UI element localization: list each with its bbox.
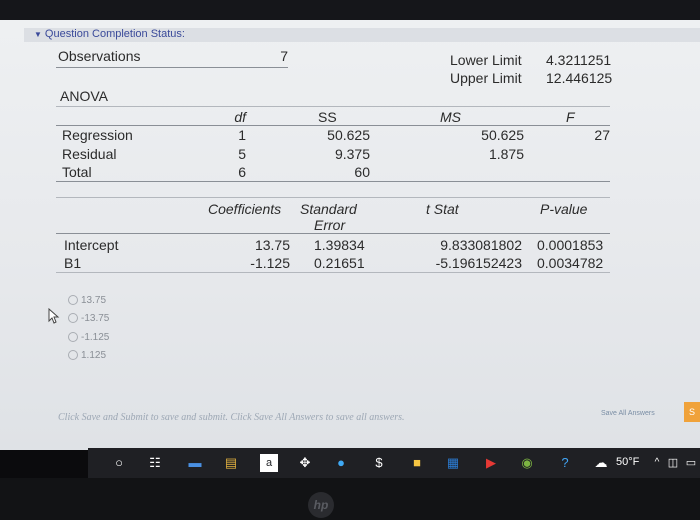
anova-row-name: Total <box>62 164 92 180</box>
youtube-icon[interactable]: ▶ <box>482 454 500 472</box>
word-icon[interactable]: ▦ <box>444 454 462 472</box>
coef-header-tstat: t Stat <box>426 201 459 217</box>
search-circle-icon[interactable]: ○ <box>110 454 128 472</box>
anova-bottom-rule <box>56 181 610 182</box>
coef-row-tstat: 9.833081802 <box>440 237 522 253</box>
observations-divider <box>56 67 288 68</box>
calendar-icon[interactable]: ▬ <box>186 454 204 472</box>
anova-row-ms: 50.625 <box>481 127 524 143</box>
chrome-icon[interactable]: ◉ <box>518 454 536 472</box>
anova-row-df: 1 <box>238 127 246 143</box>
anova-row-ss: 60 <box>354 164 370 180</box>
anova-header-df: df <box>234 109 246 125</box>
anova-row-df: 5 <box>238 146 246 162</box>
collapse-triangle-icon: ▼ <box>34 30 42 39</box>
anova-header-f: F <box>566 109 575 125</box>
observations-label: Observations <box>58 48 141 64</box>
coef-row-coef: -1.125 <box>250 255 290 271</box>
save-submit-instruction: Click Save and Submit to save and submit… <box>58 412 405 423</box>
coef-header-se-line1: Standard <box>300 201 357 217</box>
hp-logo-icon: hp <box>308 492 334 518</box>
sticky-notes-icon[interactable]: ■ <box>408 454 426 472</box>
battery-icon[interactable]: ▭ <box>682 454 700 472</box>
anova-row-df: 6 <box>238 164 246 180</box>
coef-bottom-rule <box>56 272 610 273</box>
anova-row-ss: 9.375 <box>334 146 370 162</box>
save-all-answers-button[interactable]: Save All Answers <box>601 410 655 417</box>
observations-value: 7 <box>280 48 288 64</box>
anova-row-ms: 1.875 <box>488 146 524 162</box>
anova-row-ss: 50.625 <box>327 127 370 143</box>
coef-header-coefficients: Coefficients <box>208 201 282 217</box>
anova-row-name: Residual <box>62 146 117 162</box>
anova-header-ms: MS <box>440 109 461 125</box>
anova-row-f: 27 <box>594 127 610 143</box>
anova-header-ss: SS <box>318 109 337 125</box>
anova-top-rule <box>56 106 610 107</box>
lower-limit-label: Lower Limit <box>450 52 522 68</box>
answer-option[interactable]: -13.75 <box>68 313 109 327</box>
task-view-icon[interactable]: ☷ <box>146 454 164 472</box>
upper-limit-value: 12.446125 <box>546 70 613 86</box>
coef-row-coef: 13.75 <box>254 237 290 253</box>
screen-bezel-top <box>0 0 700 22</box>
coef-row-tstat: -5.196152423 <box>435 255 522 271</box>
mouse-pointer-icon <box>48 308 60 324</box>
network-icon[interactable]: ◫ <box>664 454 682 472</box>
taskbar: ○ ☷ ▬ ▤ a ✥ ● $ ■ ▦ ▶ ◉ ? ☁ 50°F ^ ◫ ▭ <box>88 448 700 478</box>
coef-top-rule <box>56 197 610 198</box>
coef-row-name: B1 <box>64 255 82 271</box>
answer-option[interactable]: 1.125 <box>68 350 106 364</box>
dollar-app-icon[interactable]: $ <box>370 454 388 472</box>
edge-browser-icon[interactable]: ● <box>332 454 350 472</box>
coef-row-pvalue: 0.0001853 <box>537 237 604 253</box>
radio-button-icon[interactable] <box>68 350 78 361</box>
question-status-bar[interactable]: ▼ Question Completion Status: <box>24 28 700 42</box>
question-status-label[interactable]: ▼ Question Completion Status: <box>34 28 185 40</box>
coef-row-se: 0.21651 <box>314 255 365 271</box>
weather-temperature: 50°F <box>616 456 640 468</box>
file-explorer-icon[interactable]: ▤ <box>222 454 240 472</box>
coef-header-se-line2: Error <box>314 217 346 233</box>
anova-title: ANOVA <box>60 88 108 104</box>
answer-option[interactable]: 13.75 <box>68 295 106 309</box>
laptop-bezel <box>0 478 700 520</box>
coef-row-se: 1.39834 <box>314 237 365 253</box>
coef-header-rule <box>56 233 610 234</box>
anova-header-rule <box>56 125 610 126</box>
coef-row-pvalue: 0.0034782 <box>537 255 604 271</box>
coef-row-name: Intercept <box>64 237 119 253</box>
help-icon[interactable]: ? <box>556 454 574 472</box>
anova-row-name: Regression <box>62 127 133 143</box>
radio-button-icon[interactable] <box>68 332 78 343</box>
dropbox-icon[interactable]: ✥ <box>296 454 314 472</box>
radio-button-icon[interactable] <box>68 313 78 324</box>
upper-limit-label: Upper Limit <box>450 70 522 86</box>
lower-limit-value: 4.3211251 <box>546 52 612 68</box>
coef-header-pvalue: P-value <box>540 201 588 217</box>
save-and-submit-button[interactable]: S <box>684 402 700 422</box>
answer-option[interactable]: -1.125 <box>68 332 109 346</box>
amazon-app-icon[interactable]: a <box>260 454 278 472</box>
radio-button-icon[interactable] <box>68 295 78 306</box>
weather-cloud-icon[interactable]: ☁ <box>592 454 610 472</box>
